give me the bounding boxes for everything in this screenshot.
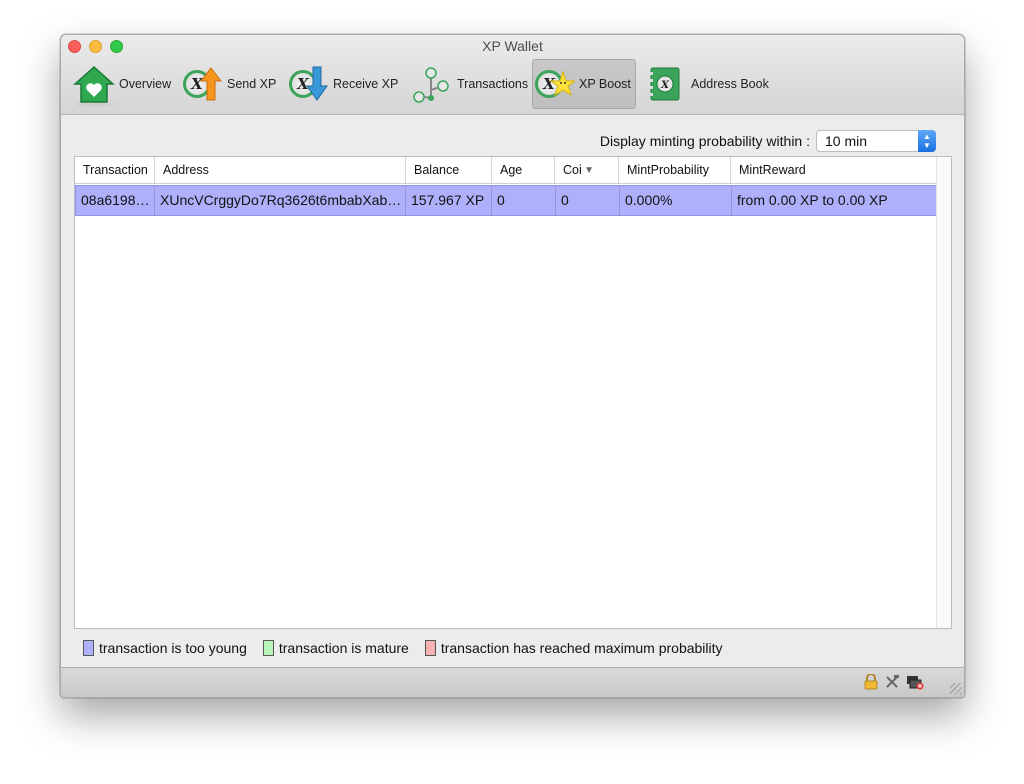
receive-icon: X bbox=[287, 64, 329, 104]
column-header-mint-probability[interactable]: MintProbability bbox=[619, 157, 731, 183]
tab-address-book[interactable]: X Address Book bbox=[645, 59, 769, 109]
network-icon[interactable] bbox=[906, 674, 924, 693]
minting-window-value: 10 min bbox=[825, 133, 868, 149]
toolbar: Overview X Send XP X Receive XP Transact… bbox=[61, 57, 964, 109]
status-icons bbox=[864, 673, 924, 693]
minting-window-select[interactable]: 10 min ▲ ▼ bbox=[816, 130, 936, 152]
table-row[interactable]: 08a6198… XUncVCrggyDo7Rq3626t6mbabXab… 1… bbox=[75, 185, 937, 216]
send-icon: X bbox=[181, 64, 223, 104]
tab-receive-xp[interactable]: X Receive XP bbox=[287, 59, 398, 109]
table-header: Transaction Address Balance Age Coi ▼ Mi… bbox=[75, 157, 937, 184]
column-header-age[interactable]: Age bbox=[492, 157, 555, 183]
legend-label-young: transaction is too young bbox=[99, 640, 247, 656]
legend-item-young: transaction is too young bbox=[83, 640, 247, 656]
transactions-icon bbox=[411, 64, 453, 104]
lock-icon[interactable] bbox=[864, 673, 878, 693]
home-icon bbox=[73, 64, 115, 107]
legend-item-max: transaction has reached maximum probabil… bbox=[424, 640, 723, 656]
address-book-icon: X bbox=[645, 64, 687, 104]
tab-overview[interactable]: Overview bbox=[73, 59, 171, 109]
cell-mint-probability: 0.000% bbox=[620, 186, 732, 215]
cell-address: XUncVCrggyDo7Rq3626t6mbabXab… bbox=[155, 186, 406, 215]
resize-grip[interactable] bbox=[950, 683, 962, 695]
main-window: XP Wallet Overview X Send XP X Receive X… bbox=[60, 34, 965, 698]
boost-icon: X bbox=[533, 64, 575, 104]
column-header-coinday-label: Coi bbox=[563, 163, 582, 177]
cell-balance: 157.967 XP bbox=[406, 186, 492, 215]
tab-xp-boost[interactable]: X XP Boost bbox=[532, 59, 636, 109]
column-header-coinday[interactable]: Coi ▼ bbox=[555, 157, 619, 183]
status-bar bbox=[61, 667, 964, 697]
legend-swatch-mature bbox=[262, 640, 274, 656]
window-title: XP Wallet bbox=[482, 38, 543, 54]
cell-coinday: 0 bbox=[556, 186, 620, 215]
legend-label-mature: transaction is mature bbox=[278, 640, 409, 656]
cell-transaction: 08a6198… bbox=[76, 186, 155, 215]
tab-transactions[interactable]: Transactions bbox=[411, 59, 528, 109]
select-stepper-icon: ▲ ▼ bbox=[918, 130, 936, 152]
column-header-transaction[interactable]: Transaction bbox=[75, 157, 155, 183]
legend-label-max: transaction has reached maximum probabil… bbox=[440, 640, 723, 656]
minting-window-control: Display minting probability within : 10 … bbox=[600, 129, 936, 153]
table-scrollbar[interactable] bbox=[936, 157, 951, 628]
cell-age: 0 bbox=[492, 186, 556, 215]
boost-table: Transaction Address Balance Age Coi ▼ Mi… bbox=[74, 156, 952, 629]
column-header-balance[interactable]: Balance bbox=[406, 157, 492, 183]
sort-descending-icon: ▼ bbox=[584, 165, 594, 176]
svg-text:X: X bbox=[660, 80, 670, 91]
tab-send-xp[interactable]: X Send XP bbox=[181, 59, 276, 109]
legend: transaction is too young transaction is … bbox=[83, 640, 739, 656]
legend-swatch-young bbox=[83, 640, 94, 656]
minting-window-label: Display minting probability within : bbox=[599, 133, 810, 149]
legend-swatch-max bbox=[424, 640, 436, 656]
legend-item-mature: transaction is mature bbox=[262, 640, 409, 656]
titlebar: XP Wallet Overview X Send XP X Receive X… bbox=[61, 35, 964, 115]
cell-mint-reward: from 0.00 XP to 0.00 XP bbox=[737, 192, 888, 208]
column-header-address[interactable]: Address bbox=[155, 157, 406, 183]
column-header-mint-reward[interactable]: MintReward bbox=[731, 157, 937, 183]
tools-icon[interactable] bbox=[884, 674, 900, 693]
